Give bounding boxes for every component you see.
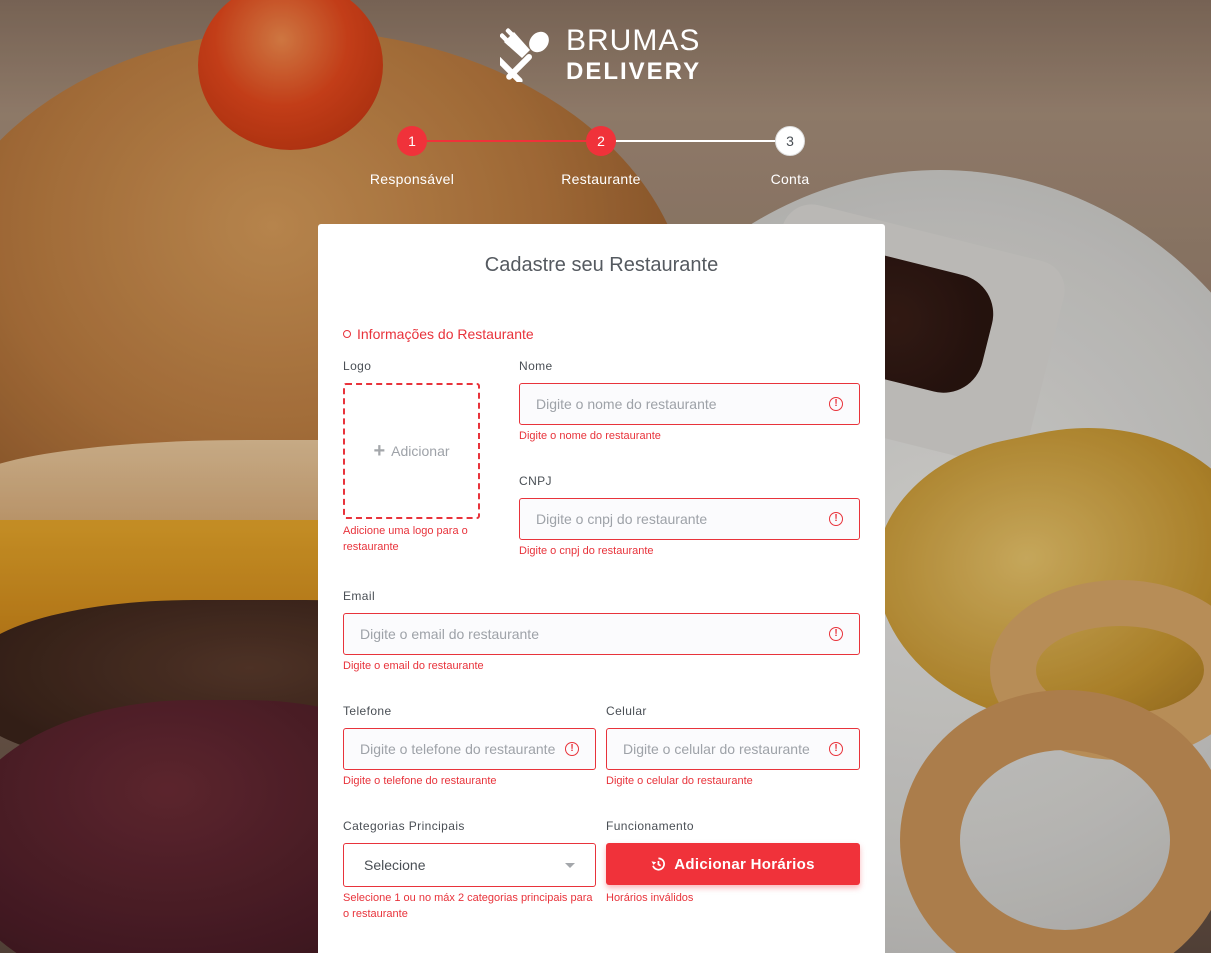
categorias-select[interactable]: Selecione [343,843,596,887]
registration-stepper: 1 Responsável 2 Restaurante 3 Conta [0,126,1211,196]
nome-error: Digite o nome do restaurante [519,430,661,442]
celular-error: Digite o celular do restaurante [606,775,753,787]
plus-icon: + [373,440,386,462]
alert-circle-icon: ! [829,512,843,526]
telefone-placeholder: Digite o telefone do restaurante [360,741,556,757]
logo-upload-label: Adicionar [391,443,450,459]
step-label: Responsável [369,171,455,187]
cnpj-error: Digite o cnpj do restaurante [519,545,654,557]
step-number: 2 [586,126,616,156]
step-label: Restaurante [561,171,641,187]
logo-upload-dropzone[interactable]: + Adicionar [343,383,480,519]
categorias-selected-value: Selecione [364,857,426,873]
logo-error: Adicione uma logo para o restaurante [343,525,468,553]
nome-label: Nome [519,359,553,373]
brand-subtitle: DELIVERY [566,58,702,85]
step-number: 3 [775,126,805,156]
form-title: Cadastre seu Restaurante [484,254,719,276]
alert-circle-icon: ! [829,627,843,641]
celular-label: Celular [606,704,647,718]
alert-circle-icon: ! [829,397,843,411]
email-error: Digite o email do restaurante [343,660,484,672]
cnpj-input[interactable]: Digite o cnpj do restaurante ! [519,498,860,540]
nome-placeholder: Digite o nome do restaurante [536,396,717,412]
telefone-label: Telefone [343,704,392,718]
section-heading-text: Informações do Restaurante [357,326,534,342]
categorias-error: Selecione 1 ou no máx 2 categorias princ… [343,892,593,920]
email-label: Email [343,589,376,603]
email-placeholder: Digite o email do restaurante [360,626,539,642]
step-conta[interactable]: 3 Conta [725,126,855,187]
logo-label: Logo [343,359,372,373]
nome-input[interactable]: Digite o nome do restaurante ! [519,383,860,425]
fork-spoon-icon [500,28,549,82]
telefone-input[interactable]: Digite o telefone do restaurante ! [343,728,596,770]
funcionamento-error: Horários inválidos [606,892,694,904]
brand-name: BRUMAS [566,24,701,57]
step-responsavel[interactable]: 1 Responsável [347,126,477,187]
email-input[interactable]: Digite o email do restaurante ! [343,613,860,655]
step-restaurante[interactable]: 2 Restaurante [536,126,666,187]
celular-input[interactable]: Digite o celular do restaurante ! [606,728,860,770]
cnpj-label: CNPJ [519,474,552,488]
add-hours-button-label: Adicionar Horários [674,855,815,873]
funcionamento-label: Funcionamento [606,819,694,833]
telefone-error: Digite o telefone do restaurante [343,775,497,787]
alert-circle-icon: ! [565,742,579,756]
cnpj-placeholder: Digite o cnpj do restaurante [536,511,708,527]
celular-placeholder: Digite o celular do restaurante [623,741,810,757]
section-heading: Informações do Restaurante [343,326,534,342]
history-clock-icon [651,857,666,871]
alert-circle-icon: ! [829,742,843,756]
restaurant-form-card: Cadastre seu Restaurante Informações do … [318,224,885,953]
caret-down-icon [565,862,575,868]
categorias-label: Categorias Principais [343,819,465,833]
step-label: Conta [770,171,810,187]
step-number: 1 [397,126,427,156]
add-hours-button[interactable]: Adicionar Horários [606,843,860,885]
brand-logo: BRUMAS DELIVERY [500,26,701,84]
circle-bullet-icon [343,330,351,338]
